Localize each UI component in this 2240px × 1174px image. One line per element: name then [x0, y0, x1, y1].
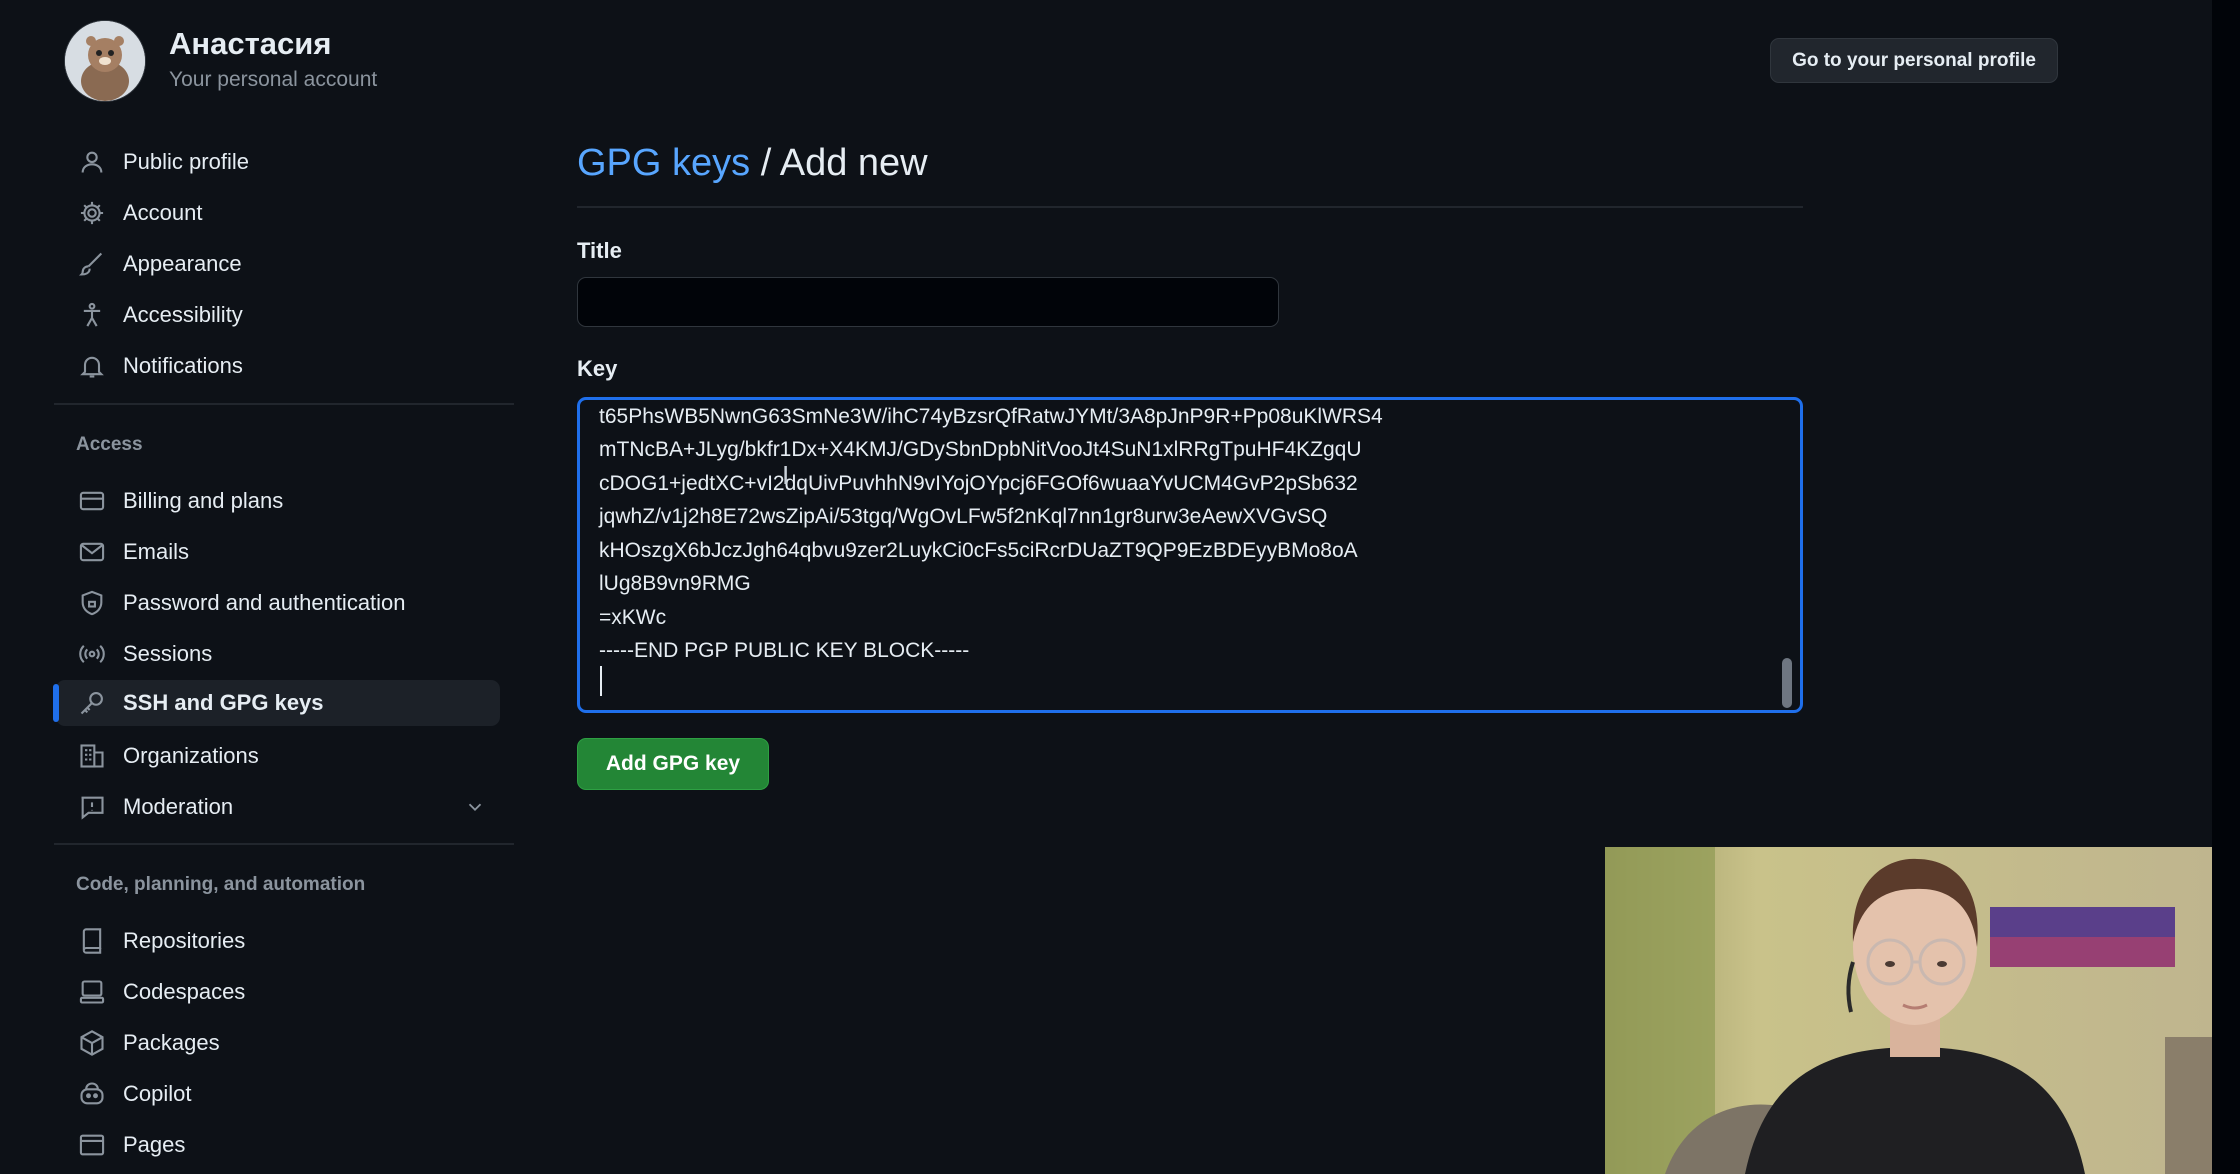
- key-line: =xKWc: [599, 606, 667, 629]
- sidebar-item-label: Notifications: [123, 353, 243, 378]
- page-title: GPG keys / Add new: [577, 142, 928, 185]
- text-caret: [600, 666, 602, 696]
- breadcrumb-gpg-keys-link[interactable]: GPG keys: [577, 142, 750, 184]
- avatar[interactable]: [64, 20, 146, 102]
- sidebar-item-packages[interactable]: Packages: [56, 1020, 500, 1066]
- sidebar-item-password-auth[interactable]: Password and authentication: [56, 580, 500, 626]
- key-icon: [77, 688, 107, 718]
- sidebar-item-label: Password and authentication: [123, 590, 406, 615]
- key-line: -----END PGP PUBLIC KEY BLOCK-----: [599, 639, 970, 662]
- sidebar-item-label: Emails: [123, 539, 190, 564]
- sidebar-item-label: Repositories: [123, 928, 246, 953]
- sidebar-section-code: Code, planning, and automation: [76, 874, 366, 895]
- broadcast-icon: [77, 639, 107, 669]
- sidebar-item-label: Copilot: [123, 1081, 192, 1106]
- sidebar-item-label: Moderation: [123, 794, 234, 819]
- account-type: Your personal account: [169, 68, 378, 91]
- codespaces-icon: [77, 977, 107, 1007]
- go-to-profile-button[interactable]: Go to your personal profile: [1770, 38, 2058, 83]
- sidebar-divider: [54, 403, 514, 405]
- sidebar-item-public-profile[interactable]: Public profile: [56, 139, 500, 185]
- sidebar-item-notifications[interactable]: Notifications: [56, 343, 500, 389]
- mail-icon: [77, 537, 107, 567]
- gear-icon: [77, 198, 107, 228]
- sidebar-item-emails[interactable]: Emails: [56, 529, 500, 575]
- sidebar-item-label: Public profile: [123, 149, 249, 174]
- sidebar-item-organizations[interactable]: Organizations: [56, 733, 500, 779]
- sidebar-item-label: Appearance: [123, 251, 242, 276]
- sidebar-item-sessions[interactable]: Sessions: [56, 631, 500, 677]
- report-icon: [77, 792, 107, 822]
- key-line: lUg8B9vn9RMG: [599, 572, 751, 595]
- sidebar-item-appearance[interactable]: Appearance: [56, 241, 500, 287]
- sidebar-item-label: Packages: [123, 1030, 220, 1055]
- package-icon: [77, 1028, 107, 1058]
- repo-icon: [77, 926, 107, 956]
- window-edge: [2212, 0, 2240, 1174]
- key-line: kHOszgX6bJczJgh64qbvu9zer2LuykCi0cFs5ciR…: [599, 539, 1358, 562]
- title-label: Title: [577, 238, 622, 263]
- key-line: cDOG1+jedtXC+vI2dqUivPuvhhN9vIYojOYpcj6F…: [599, 472, 1358, 495]
- sidebar-item-account[interactable]: Account: [56, 190, 500, 236]
- add-gpg-key-button[interactable]: Add GPG key: [577, 738, 769, 790]
- sidebar-item-label: Pages: [123, 1132, 186, 1157]
- sidebar-item-label: Billing and plans: [123, 488, 284, 513]
- text-cursor-icon: I: [782, 460, 790, 490]
- sidebar-item-codespaces[interactable]: Codespaces: [56, 969, 500, 1015]
- shield-lock-icon: [77, 588, 107, 618]
- person-icon: [77, 147, 107, 177]
- webcam-overlay: [1605, 847, 2212, 1174]
- key-line: jqwhZ/v1j2h8E72wsZipAi/53tgq/WgOvLFw5f2n…: [599, 505, 1328, 528]
- sidebar-item-copilot[interactable]: Copilot: [56, 1071, 500, 1117]
- key-line: t65PhsWB5NwnG63SmNe3W/ihC74yBzsrQfRatwJY…: [599, 405, 1383, 428]
- title-divider: [577, 206, 1803, 208]
- copilot-icon: [77, 1079, 107, 1109]
- key-textarea[interactable]: t65PhsWB5NwnG63SmNe3W/ihC74yBzsrQfRatwJY…: [577, 397, 1803, 713]
- selected-indicator: [53, 684, 59, 722]
- sidebar-item-billing[interactable]: Billing and plans: [56, 478, 500, 524]
- chevron-down-icon[interactable]: [464, 796, 486, 818]
- title-input[interactable]: [577, 277, 1279, 327]
- sidebar-item-label: Account: [123, 200, 203, 225]
- breadcrumb-current: Add new: [779, 142, 928, 184]
- sidebar-section-access: Access: [76, 434, 143, 455]
- sidebar-item-moderation[interactable]: Moderation: [56, 784, 500, 830]
- sidebar-item-accessibility[interactable]: Accessibility: [56, 292, 500, 338]
- textarea-scrollbar[interactable]: [1782, 658, 1792, 708]
- organization-icon: [77, 741, 107, 771]
- sidebar-item-label: Accessibility: [123, 302, 243, 327]
- sidebar-divider: [54, 843, 514, 845]
- sidebar-item-label: Sessions: [123, 641, 213, 666]
- sidebar-item-repositories[interactable]: Repositories: [56, 918, 500, 964]
- sidebar-item-label: Organizations: [123, 743, 259, 768]
- paintbrush-icon: [77, 249, 107, 279]
- key-line: mTNcBA+JLyg/bkfr1Dx+X4KMJ/GDySbnDpbNitVo…: [599, 438, 1362, 461]
- key-label: Key: [577, 356, 618, 381]
- sidebar-item-label: SSH and GPG keys: [123, 690, 324, 715]
- accessibility-icon: [77, 300, 107, 330]
- bell-icon: [77, 351, 107, 381]
- breadcrumb-separator: /: [750, 142, 780, 184]
- credit-card-icon: [77, 486, 107, 516]
- user-name: Анастасия: [169, 26, 332, 61]
- sidebar-item-ssh-gpg-keys[interactable]: SSH and GPG keys: [56, 680, 500, 726]
- sidebar-item-pages[interactable]: Pages: [56, 1122, 500, 1168]
- sidebar-item-label: Codespaces: [123, 979, 246, 1004]
- browser-icon: [77, 1130, 107, 1160]
